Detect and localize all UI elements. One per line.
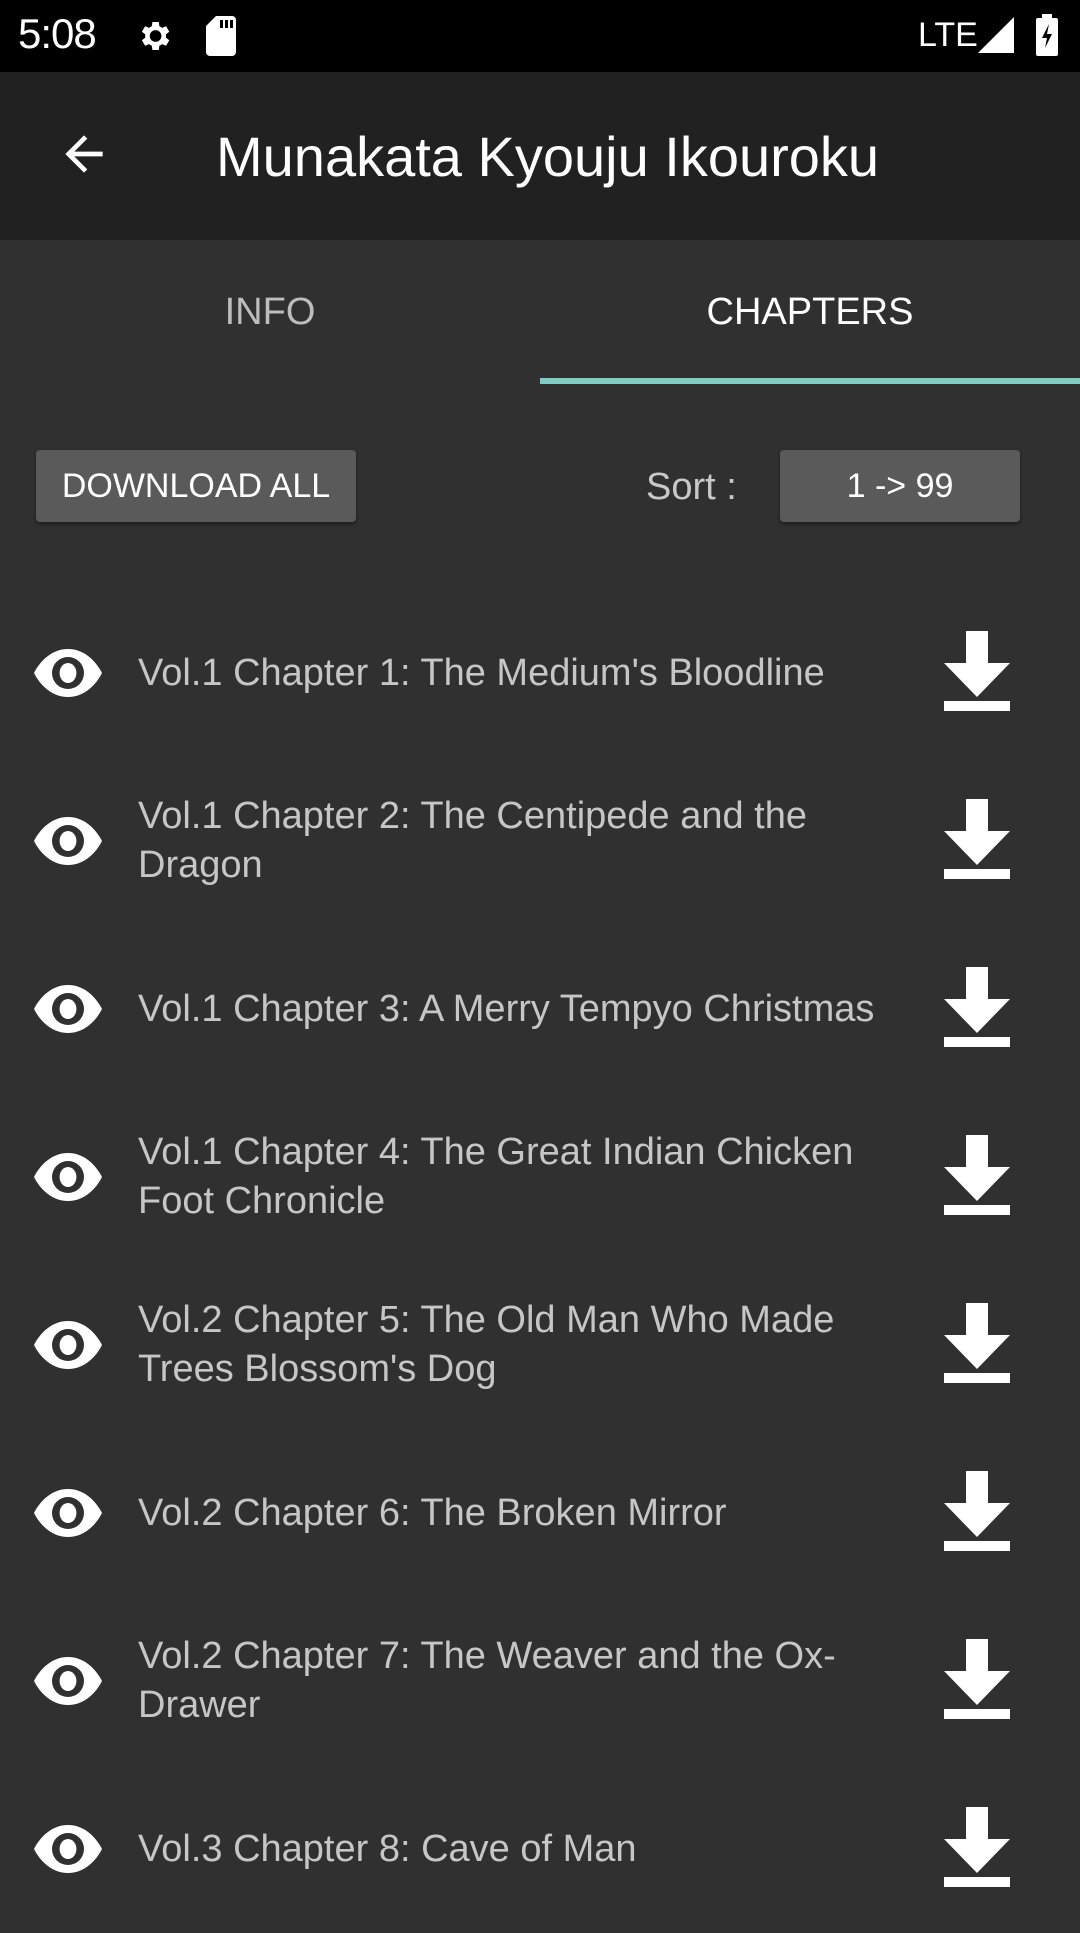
chapter-title: Vol.2 Chapter 5: The Old Man Who Made Tr…	[138, 1299, 835, 1390]
chapter-row[interactable]: Vol.1 Chapter 3: A Merry Tempyo Christma…	[0, 925, 1080, 1093]
chapter-title: Vol.1 Chapter 4: The Great Indian Chicke…	[138, 1131, 854, 1222]
eye-icon[interactable]	[34, 1825, 102, 1873]
battery-charging-icon	[1036, 14, 1058, 56]
download-icon[interactable]	[944, 1303, 1010, 1383]
eye-icon[interactable]	[34, 1321, 102, 1369]
tab-chapters[interactable]: CHAPTERS	[540, 240, 1080, 384]
chapter-title: Vol.2 Chapter 7: The Weaver and the Ox-D…	[138, 1635, 836, 1726]
tab-indicator	[540, 378, 1080, 384]
sd-card-icon	[206, 16, 236, 56]
eye-icon[interactable]	[34, 1153, 102, 1201]
chapter-row[interactable]: Vol.1 Chapter 4: The Great Indian Chicke…	[0, 1093, 1080, 1261]
chapter-title: Vol.2 Chapter 6: The Broken Mirror	[138, 1491, 727, 1534]
chapter-title: Vol.1 Chapter 2: The Centipede and the D…	[138, 795, 808, 886]
download-icon[interactable]	[944, 1807, 1010, 1887]
download-icon[interactable]	[944, 1471, 1010, 1551]
download-icon[interactable]	[944, 967, 1010, 1047]
signal-icon	[978, 17, 1014, 53]
status-time: 5:08	[18, 10, 97, 57]
app-bar: Munakata Kyouju Ikouroku	[0, 72, 1080, 240]
arrow-back-icon[interactable]	[56, 126, 112, 182]
chapter-list: Vol.1 Chapter 1: The Medium's Bloodline …	[0, 589, 1080, 1933]
chapter-title: Vol.1 Chapter 3: A Merry Tempyo Christma…	[138, 987, 875, 1030]
download-all-button[interactable]: DOWNLOAD ALL	[36, 450, 356, 522]
page-title: Munakata Kyouju Ikouroku	[216, 125, 880, 188]
chapter-row[interactable]: Vol.2 Chapter 5: The Old Man Who Made Tr…	[0, 1261, 1080, 1429]
download-icon[interactable]	[944, 1135, 1010, 1215]
status-bar: 5:08 LTE	[0, 0, 1080, 72]
eye-icon[interactable]	[34, 985, 102, 1033]
settings-icon	[141, 22, 170, 51]
download-icon[interactable]	[944, 631, 1010, 711]
chapter-row[interactable]: Vol.1 Chapter 2: The Centipede and the D…	[0, 757, 1080, 925]
chapter-row[interactable]: Vol.2 Chapter 6: The Broken Mirror	[0, 1429, 1080, 1597]
download-icon[interactable]	[944, 799, 1010, 879]
sort-label: Sort :	[646, 466, 737, 508]
chapter-title: Vol.1 Chapter 1: The Medium's Bloodline	[138, 651, 825, 694]
chapter-row[interactable]: Vol.1 Chapter 1: The Medium's Bloodline	[0, 589, 1080, 757]
eye-icon[interactable]	[34, 649, 102, 697]
eye-icon[interactable]	[34, 1489, 102, 1537]
tab-bar: INFO CHAPTERS	[0, 240, 1080, 384]
network-type: LTE	[918, 16, 978, 54]
download-icon[interactable]	[944, 1639, 1010, 1719]
sort-button[interactable]: 1 -> 99	[780, 450, 1020, 522]
eye-icon[interactable]	[34, 817, 102, 865]
chapter-row[interactable]: Vol.3 Chapter 8: Cave of Man	[0, 1765, 1080, 1933]
tab-info[interactable]: INFO	[0, 240, 540, 384]
eye-icon[interactable]	[34, 1657, 102, 1705]
chapter-title: Vol.3 Chapter 8: Cave of Man	[138, 1827, 637, 1870]
chapter-row[interactable]: Vol.2 Chapter 7: The Weaver and the Ox-D…	[0, 1597, 1080, 1765]
